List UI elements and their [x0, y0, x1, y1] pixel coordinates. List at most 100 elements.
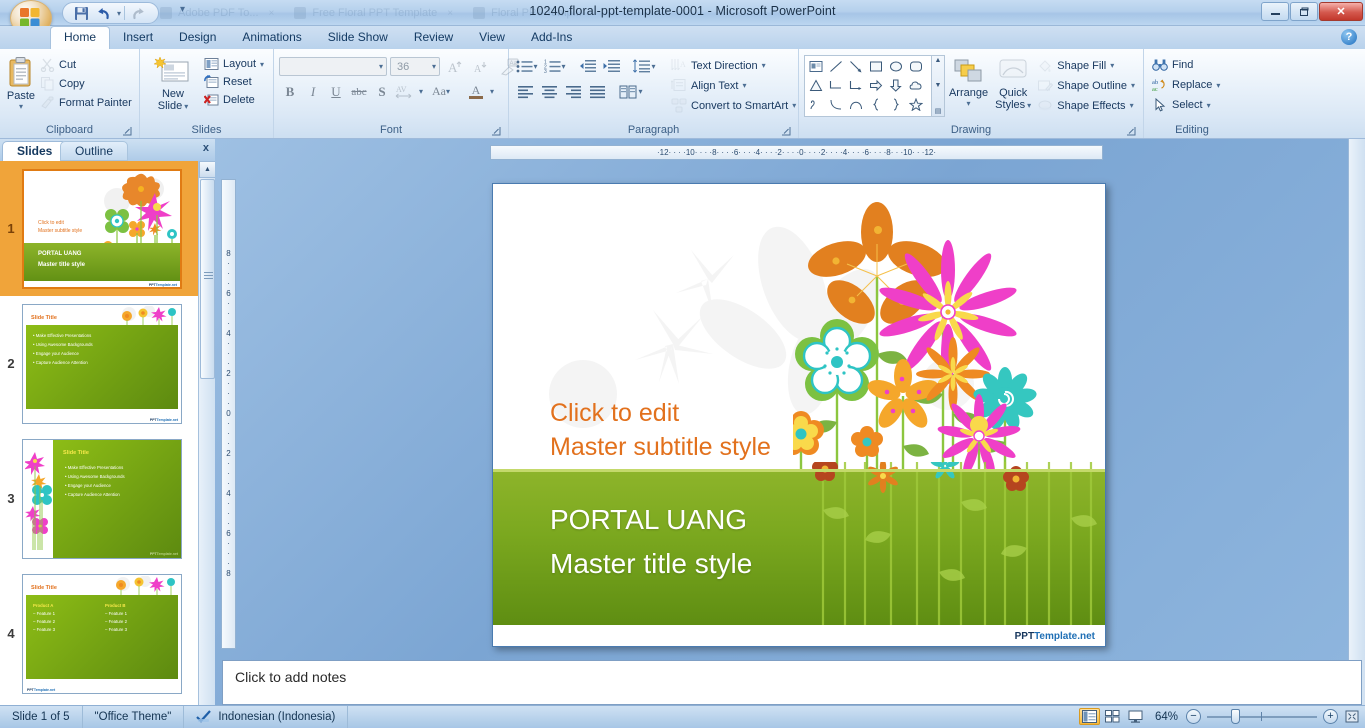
new-slide-button[interactable]: New Slide ▾ — [145, 52, 201, 112]
thumbnail-item-4[interactable]: 4 Slide Title Product A – Feature 1 – Fe… — [0, 566, 198, 701]
arrow-shape-icon[interactable] — [846, 57, 866, 76]
thumbnail-preview[interactable]: Slide Title • Make Effective Presentatio… — [22, 438, 182, 559]
left-brace-shape-icon[interactable] — [866, 95, 886, 114]
tab-slide-show[interactable]: Slide Show — [315, 27, 401, 49]
drawing-dialog-launcher-icon[interactable] — [1125, 126, 1136, 137]
right-arrow-shape-icon[interactable] — [866, 76, 886, 95]
tab-review[interactable]: Review — [401, 27, 466, 49]
chevron-down-icon[interactable]: ▾ — [260, 60, 264, 69]
textbox-shape-icon[interactable] — [806, 57, 826, 76]
line-spacing-button[interactable]: ▾ — [630, 56, 658, 77]
scrollbar-thumb[interactable] — [200, 179, 215, 379]
replace-button[interactable]: ab ac Replace ▾ — [1149, 77, 1223, 93]
save-icon[interactable] — [71, 4, 91, 22]
paste-button[interactable]: Paste ▾ — [5, 52, 37, 111]
thumbnail-preview[interactable]: Click to edit Master subtitle style PORT… — [22, 168, 182, 289]
find-button[interactable]: Find — [1149, 57, 1223, 73]
vertical-ruler[interactable]: 8 · · · 6 · · · 4 · · · 2 · · · 0 · · · 2 · · · 4 · ·… — [221, 179, 236, 649]
arc-shape-icon[interactable] — [846, 95, 866, 114]
slide-title-placeholder[interactable]: PORTAL UANG Master title style — [550, 498, 752, 586]
tab-home[interactable]: Home — [50, 26, 111, 49]
horizontal-ruler[interactable]: ·12· · · ·10· · · ·8· · · ·6· · · ·4· · … — [490, 145, 1103, 160]
triangle-shape-icon[interactable] — [806, 76, 826, 95]
slide-show-button[interactable] — [1125, 708, 1146, 725]
slides-pane-scrollbar[interactable]: ▲ — [198, 161, 216, 705]
numbering-button[interactable]: 123 ▾ — [542, 56, 568, 77]
clipboard-dialog-launcher-icon[interactable] — [121, 126, 132, 137]
line-shape-icon[interactable] — [826, 57, 846, 76]
undo-dropdown-icon[interactable]: ▾ — [117, 9, 121, 18]
scribble-shape-icon[interactable] — [806, 95, 826, 114]
chevron-down-icon[interactable]: ▾ — [967, 99, 971, 108]
star-shape-icon[interactable] — [906, 95, 926, 114]
right-brace-shape-icon[interactable] — [886, 95, 906, 114]
elbow-connector-icon[interactable] — [826, 76, 846, 95]
close-pane-icon[interactable]: x — [203, 142, 209, 154]
fit-to-window-button[interactable] — [1342, 708, 1361, 725]
increase-indent-button[interactable] — [600, 56, 622, 77]
curve-shape-icon[interactable] — [826, 95, 846, 114]
chevron-down-icon[interactable]: ▾ — [1216, 81, 1220, 90]
justify-button[interactable] — [586, 81, 608, 102]
arrange-button[interactable]: Arrange ▾ — [945, 55, 992, 108]
tab-add-ins[interactable]: Add-Ins — [518, 27, 585, 49]
down-arrow-shape-icon[interactable] — [886, 76, 906, 95]
theme-name[interactable]: "Office Theme" — [83, 705, 185, 728]
chevron-down-icon[interactable]: ▾ — [533, 62, 537, 71]
zoom-out-button[interactable]: − — [1186, 709, 1201, 724]
gallery-more-icon[interactable]: ▤ — [935, 107, 942, 115]
shapes-gallery-scrollbar[interactable]: ▲ ▼ ▤ — [932, 55, 945, 117]
slide-counter[interactable]: Slide 1 of 5 — [0, 705, 83, 728]
undo-icon[interactable] — [94, 4, 114, 22]
zoom-level-label[interactable]: 64% — [1147, 711, 1186, 723]
slide-canvas[interactable]: Click to edit Master subtitle style PORT… — [492, 183, 1106, 647]
tab-insert[interactable]: Insert — [110, 27, 166, 49]
tab-view[interactable]: View — [466, 27, 518, 49]
chevron-down-icon[interactable]: ▾ — [1207, 101, 1211, 110]
select-button[interactable]: Select ▾ — [1149, 97, 1223, 113]
thumbnail-item-2[interactable]: 2 Slide Title • Make Effective Presentat… — [0, 296, 198, 431]
cloud-shape-icon[interactable] — [906, 76, 926, 95]
font-dialog-launcher-icon[interactable] — [490, 126, 501, 137]
restore-button[interactable] — [1290, 2, 1318, 21]
slide-content[interactable]: Click to edit Master subtitle style PORT… — [492, 183, 1106, 647]
chevron-down-icon[interactable]: ▾ — [184, 102, 188, 111]
chevron-down-icon[interactable]: ▾ — [379, 62, 383, 71]
slide-subtitle-placeholder[interactable]: Click to edit Master subtitle style — [550, 396, 771, 464]
columns-button[interactable]: ▾ — [616, 81, 646, 102]
thumbnail-preview[interactable]: Slide Title Product A – Feature 1 – Feat… — [22, 573, 182, 694]
chevron-down-icon[interactable]: ▾ — [19, 102, 23, 111]
close-button[interactable]: ✕ — [1319, 2, 1363, 21]
help-icon[interactable]: ? — [1341, 29, 1357, 45]
zoom-in-button[interactable]: + — [1323, 709, 1338, 724]
rounded-rectangle-shape-icon[interactable] — [906, 57, 926, 76]
zoom-slider-handle[interactable] — [1231, 709, 1240, 724]
scroll-up-icon[interactable]: ▲ — [935, 57, 942, 64]
chevron-down-icon[interactable]: ▾ — [432, 62, 436, 71]
rectangle-shape-icon[interactable] — [866, 57, 886, 76]
decrease-indent-button[interactable] — [576, 56, 598, 77]
thumbnail-preview[interactable]: Slide Title • Make Effective Presentatio… — [22, 303, 182, 424]
tab-animations[interactable]: Animations — [229, 27, 314, 49]
font-name-combobox[interactable]: ▾ — [279, 57, 387, 76]
scroll-up-button[interactable]: ▲ — [199, 161, 216, 178]
minimize-button[interactable] — [1261, 2, 1289, 21]
tab-slides[interactable]: Slides — [2, 141, 68, 161]
oval-shape-icon[interactable] — [886, 57, 906, 76]
thumbnail-item-1[interactable]: 1 Click to edit Master subtitle style PO… — [0, 161, 198, 296]
align-right-button[interactable] — [562, 81, 584, 102]
zoom-slider[interactable] — [1207, 709, 1317, 724]
font-size-combobox[interactable]: 36 ▾ — [390, 57, 440, 76]
shapes-gallery[interactable] — [804, 55, 932, 117]
thumbnail-item-3[interactable]: 3 Slide Title • Make Effective Presentat… — [0, 431, 198, 566]
align-left-button[interactable] — [514, 81, 536, 102]
chevron-down-icon[interactable]: ▾ — [561, 62, 565, 71]
layout-button[interactable]: Layout ▾ — [201, 56, 267, 72]
scroll-down-icon[interactable]: ▼ — [935, 82, 942, 89]
bullets-button[interactable]: ▾ — [514, 56, 540, 77]
language-indicator[interactable]: Indonesian (Indonesia) — [184, 705, 349, 728]
slide-sorter-button[interactable] — [1102, 708, 1123, 725]
align-center-button[interactable] — [538, 81, 560, 102]
customize-qat-icon[interactable]: ▾ — [180, 4, 185, 15]
editor-vertical-scrollbar[interactable] — [1348, 139, 1365, 705]
